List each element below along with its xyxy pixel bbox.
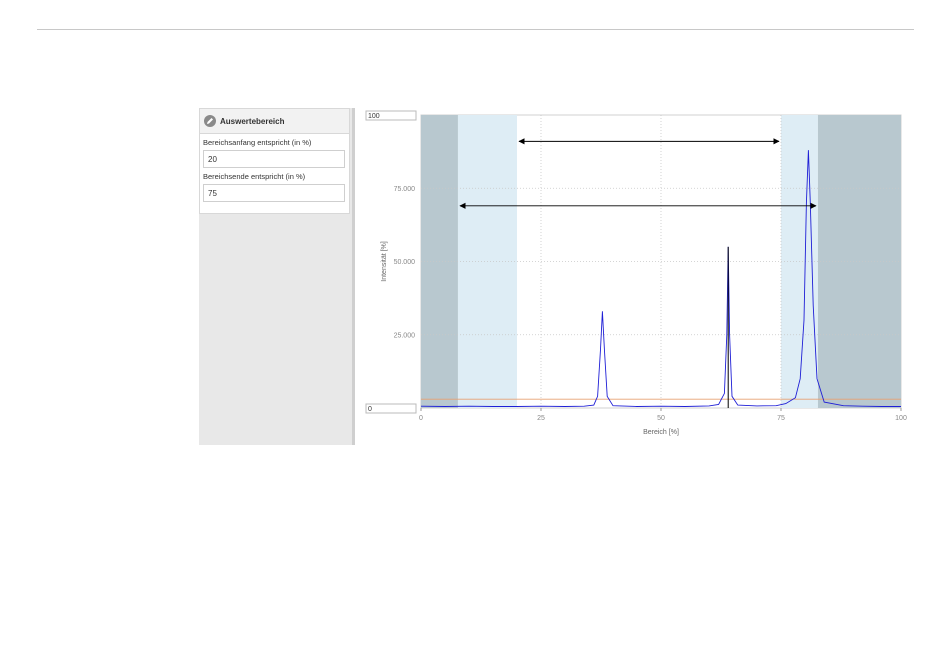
y-max-value: 100 xyxy=(368,113,380,120)
range-end-label: Bereichsende entspricht (in %) xyxy=(203,172,306,181)
pencil-icon[interactable] xyxy=(204,115,216,127)
y-tick-label: 50.000 xyxy=(394,259,416,266)
range-start-input[interactable]: 20 xyxy=(203,150,345,168)
x-tick-label: 75 xyxy=(777,415,785,422)
range-end-input[interactable]: 75 xyxy=(203,184,345,202)
intensity-chart: 0 25 50 75 100 25.000 50.000 75.000 100 0 Bereich … xyxy=(360,105,920,455)
y-min-value: 0 xyxy=(368,406,372,413)
panel-header[interactable]: Auswertebereich xyxy=(200,109,349,134)
panel-title: Auswertebereich xyxy=(220,116,285,126)
x-tick-label: 50 xyxy=(657,415,665,422)
chart-svg: 0 25 50 75 100 25.000 50.000 75.000 100 0 Bereich … xyxy=(365,110,907,436)
y-axis-title: Intensität [%] xyxy=(381,241,388,282)
x-tick-label: 0 xyxy=(419,415,423,422)
side-panel: Auswertebereich Bereichsanfang entsprich… xyxy=(199,108,355,445)
y-tick-label: 75.000 xyxy=(394,186,416,193)
x-tick-label: 100 xyxy=(895,415,907,422)
y-tick-label: 25.000 xyxy=(394,332,416,339)
top-divider xyxy=(37,29,914,30)
x-tick-label: 25 xyxy=(537,415,545,422)
evaluation-range-card: Auswertebereich Bereichsanfang entsprich… xyxy=(199,108,350,214)
x-axis-title: Bereich [%] xyxy=(643,429,679,436)
y-min-box[interactable] xyxy=(365,403,417,414)
range-start-label: Bereichsanfang entspricht (in %) xyxy=(203,138,312,147)
